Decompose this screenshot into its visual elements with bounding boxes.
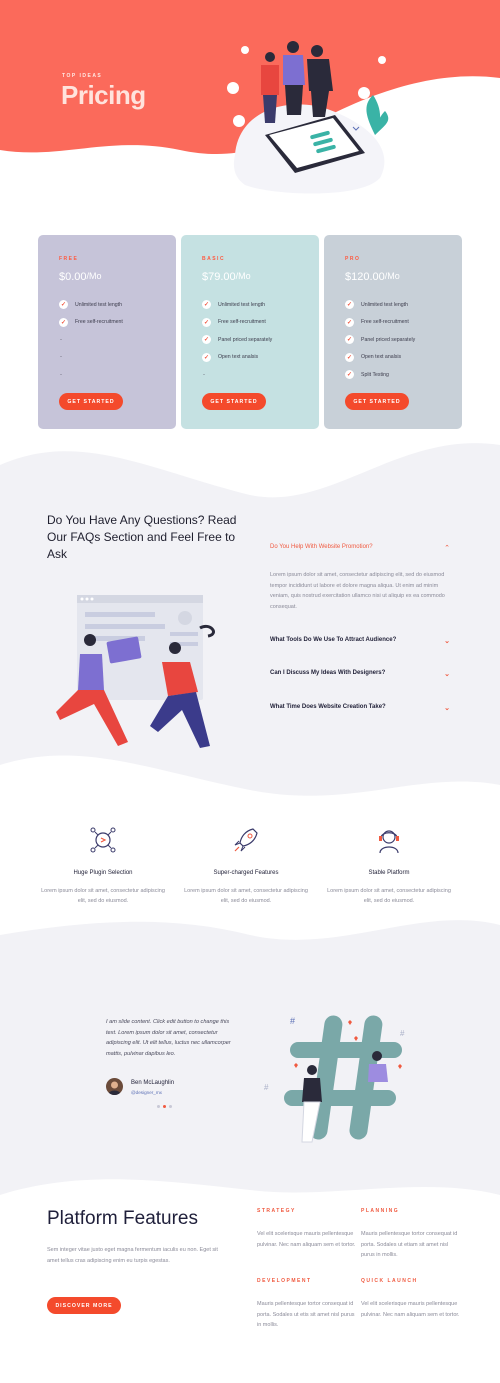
feature-list: ✓ Unlimited test length ✓ Free self-recrui…: [202, 296, 272, 384]
slider-dot[interactable]: [169, 1105, 172, 1108]
feature-item: -: [60, 354, 62, 361]
platform-item-label: DEVELOPMENT: [257, 1278, 312, 1284]
check-icon: ✓: [59, 300, 68, 310]
check-icon: ✓: [202, 300, 211, 310]
plan-price: $79.00/Mo: [202, 271, 251, 283]
platform-title: Platform Features: [47, 1208, 198, 1229]
platform-item-text: Vel elit scelerisque mauris pellentesque…: [257, 1231, 356, 1248]
feature-plugin: Huge Plugin Selection Lorem ipsum dolor …: [40, 825, 166, 906]
hero-eyebrow: TOP IDEAS: [62, 73, 103, 79]
testimonial-quote: I am slide content. Click edit button to…: [106, 1019, 231, 1057]
slider-dot[interactable]: [157, 1105, 160, 1108]
platform-item-label: PLANNING: [361, 1208, 400, 1214]
feature-list: ✓ Unlimited test length ✓ Free self-recrui…: [59, 296, 123, 384]
check-icon: ✓: [59, 317, 68, 327]
feature-item: ✓ Free self-recruitment: [345, 317, 409, 327]
feature-title: Stable Platform: [368, 870, 410, 876]
svg-text:#: #: [400, 1029, 405, 1038]
faq-illustration: [56, 595, 215, 748]
feature-item: ✓ Panel priced separately: [202, 335, 273, 345]
plan-price: $0.00/Mo: [59, 271, 102, 283]
check-icon: ✓: [345, 300, 354, 310]
feature-desc: Lorem ipsum dolor sit amet, consectetur …: [327, 888, 451, 904]
feature-item: ✓ Unlimited test length: [59, 300, 122, 310]
pricing-card-pro: PRO $120.00/Mo ✓ Unlimited test length ✓ F…: [324, 235, 462, 429]
chevron-down-icon: ⌄: [444, 638, 450, 645]
feature-item: ✓ Unlimited test length: [345, 300, 408, 310]
feature-item: ✓ Free self-recruitment: [202, 317, 266, 327]
pricing-card-free: FREE $0.00/Mo ✓ Unlimited test length ✓ Fr…: [38, 235, 176, 429]
platform-desc: Sem integer vitae justo eget magna ferme…: [47, 1247, 218, 1264]
faq-question-4[interactable]: What Time Does Website Creation Take? ⌄: [270, 704, 450, 712]
check-icon: ✓: [202, 317, 211, 327]
author-name: Ben McLaughlin: [131, 1080, 175, 1086]
avatar: [106, 1078, 123, 1095]
check-icon: ✓: [345, 317, 354, 327]
check-icon: ✓: [202, 352, 211, 362]
platform-item-label: QUICK LAUNCH: [361, 1278, 418, 1284]
get-started-button[interactable]: GET STARTED: [202, 393, 266, 410]
faq-heading: Do You Have Any Questions? Read Our FAQs…: [47, 513, 237, 561]
svg-text:#: #: [290, 1016, 295, 1026]
feature-desc: Lorem ipsum dolor sit amet, consectetur …: [184, 888, 308, 904]
feature-item: -: [60, 336, 62, 343]
faq-question-3[interactable]: Can I Discuss My Ideas With Designers? ⌄: [270, 670, 450, 678]
plan-tier: FREE: [59, 256, 79, 262]
get-started-button[interactable]: GET STARTED: [59, 393, 123, 410]
feature-item: ✓ Panel priced separately: [345, 335, 416, 345]
hashtag-illustration: # # #: [264, 1015, 405, 1143]
chevron-down-icon: ⌄: [444, 671, 450, 678]
feature-rocket: Super-charged Features Lorem ipsum dolor…: [183, 825, 309, 906]
chevron-down-icon: ⌄: [444, 705, 450, 712]
check-icon: ✓: [345, 370, 354, 380]
feature-title: Super-charged Features: [213, 870, 279, 876]
feature-list: ✓ Unlimited test length ✓ Free self-recrui…: [345, 296, 415, 384]
faq-question-2[interactable]: What Tools Do We Use To Attract Audience…: [270, 637, 450, 645]
feature-item: -: [203, 371, 205, 378]
feature-item: ✓ Split Testing: [345, 370, 389, 380]
slider-dots: [157, 1105, 172, 1108]
page-title: Pricing: [61, 80, 146, 110]
slider-dot-active[interactable]: [163, 1105, 166, 1108]
check-icon: ✓: [345, 335, 354, 345]
hero-illustration: [227, 41, 389, 173]
platform-item-text: Mauris pellentesque tortor consequat id …: [361, 1231, 458, 1258]
feature-item: ✓ Open text analsis: [345, 352, 402, 362]
check-icon: ✓: [202, 335, 211, 345]
faq-question-1[interactable]: Do You Help With Website Promotion? ⌃: [270, 544, 450, 552]
headset-icon: [379, 830, 399, 854]
pricing-card-basic: BASIC $79.00/Mo ✓ Unlimited test length ✓…: [181, 235, 319, 429]
svg-text:#: #: [264, 1083, 269, 1092]
feature-stable: Stable Platform Lorem ipsum dolor sit am…: [326, 825, 452, 906]
discover-more-button[interactable]: DISCOVER MORE: [47, 1297, 121, 1314]
platform-item-text: Vel elit scelerisque mauris pellentesque…: [361, 1301, 460, 1318]
rocket-icon: [234, 828, 258, 852]
faq-answer-1: Lorem ipsum dolor sit amet, consectetur …: [270, 572, 445, 610]
author-handle[interactable]: @designer_mx: [131, 1090, 162, 1095]
feature-item: -: [60, 371, 62, 378]
chevron-up-icon: ⌃: [444, 545, 450, 552]
plan-tier: PRO: [345, 256, 361, 262]
feature-item: ✓ Open text analsis: [202, 352, 259, 362]
platform-item-text: Mauris pellentesque tortor consequat id …: [257, 1301, 355, 1328]
plan-tier: BASIC: [202, 256, 226, 262]
feature-item: ✓ Unlimited test length: [202, 300, 265, 310]
feature-item: ✓ Free self-recruitment: [59, 317, 123, 327]
feature-title: Huge Plugin Selection: [73, 870, 133, 876]
check-icon: ✓: [345, 352, 354, 362]
platform-item-label: STRATEGY: [257, 1208, 296, 1214]
plan-price: $120.00/Mo: [345, 271, 400, 283]
get-started-button[interactable]: GET STARTED: [345, 393, 409, 410]
plugin-icon: [90, 827, 116, 853]
feature-desc: Lorem ipsum dolor sit amet, consectetur …: [41, 888, 165, 904]
